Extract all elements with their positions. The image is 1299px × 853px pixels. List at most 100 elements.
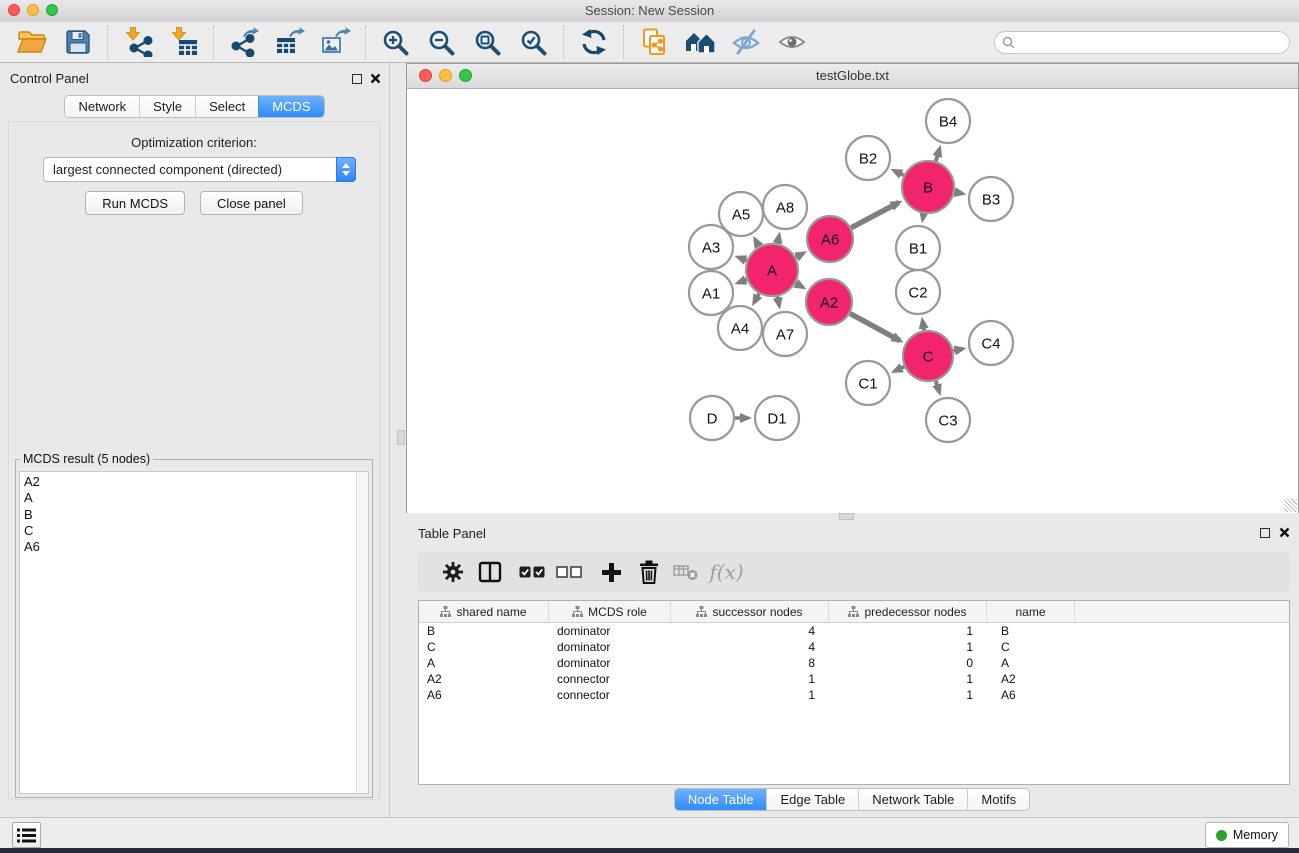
- column-header-shared-name[interactable]: shared name: [419, 601, 549, 622]
- graph-node-A5[interactable]: A5: [719, 192, 763, 236]
- close-panel-button[interactable]: Close panel: [200, 191, 303, 215]
- graph-node-C1[interactable]: C1: [846, 361, 890, 405]
- table-row[interactable]: Adominator80A: [419, 655, 1289, 671]
- select-all-checkboxes-icon[interactable]: [513, 555, 550, 589]
- graph-edge-B-B2[interactable]: [894, 171, 904, 176]
- close-panel-icon[interactable]: [370, 73, 381, 84]
- graph-node-A2[interactable]: A2: [806, 279, 852, 325]
- tab-network[interactable]: Network: [65, 96, 139, 117]
- tab-node-table[interactable]: Node Table: [675, 789, 767, 810]
- graph-node-C4[interactable]: C4: [969, 321, 1013, 365]
- horizontal-split-handle[interactable]: [839, 513, 854, 520]
- tab-edge-table[interactable]: Edge Table: [766, 789, 858, 810]
- graph-edge-B-B3[interactable]: [955, 192, 963, 194]
- table-settings-gear-icon[interactable]: [434, 555, 471, 589]
- graph-node-A1[interactable]: A1: [689, 271, 733, 315]
- graph-node-B2[interactable]: B2: [846, 136, 890, 180]
- table-row[interactable]: Cdominator41C: [419, 639, 1289, 655]
- export-table-icon[interactable]: [273, 26, 306, 59]
- graph-edge-C-C2[interactable]: [922, 321, 924, 331]
- show-all-eye-icon[interactable]: [775, 26, 808, 59]
- graph-edge-A6-B[interactable]: [851, 202, 899, 227]
- graph-edge-B-B4[interactable]: [936, 149, 940, 161]
- graph-node-A7[interactable]: A7: [763, 312, 807, 356]
- tab-select[interactable]: Select: [195, 96, 258, 117]
- deselect-all-checkboxes-icon[interactable]: [550, 555, 587, 589]
- column-header-successor-nodes[interactable]: successor nodes: [671, 601, 829, 622]
- refresh-icon[interactable]: [577, 26, 610, 59]
- graph-node-C3[interactable]: C3: [926, 398, 970, 442]
- search-input[interactable]: [1019, 32, 1289, 52]
- tab-mcds[interactable]: MCDS: [258, 96, 323, 117]
- graph-edge-A-A6[interactable]: [796, 253, 804, 257]
- graph-node-B4[interactable]: B4: [926, 99, 970, 143]
- scrollbar-track[interactable]: [356, 472, 368, 793]
- graph-edge-A-A2[interactable]: [796, 283, 803, 287]
- zoom-in-icon[interactable]: [379, 26, 412, 59]
- criterion-select[interactable]: largest connected component (directed): [43, 157, 356, 182]
- mcds-result-item[interactable]: A2: [24, 474, 368, 490]
- column-header-name[interactable]: name: [987, 601, 1075, 622]
- import-network-icon[interactable]: [121, 26, 154, 59]
- graph-edge-C-C3[interactable]: [936, 381, 940, 393]
- export-network-icon[interactable]: [227, 26, 260, 59]
- graph-edge-A-A8[interactable]: [777, 235, 779, 243]
- graph-edge-C-C1[interactable]: [894, 367, 904, 371]
- graph-node-A6[interactable]: A6: [807, 216, 853, 262]
- graph-node-C2[interactable]: C2: [896, 270, 940, 314]
- import-table-icon[interactable]: [167, 26, 200, 59]
- open-file-icon[interactable]: [15, 26, 48, 59]
- search-field[interactable]: [994, 31, 1290, 54]
- graph-node-D1[interactable]: D1: [755, 396, 799, 440]
- graph-edge-B-B1[interactable]: [923, 214, 924, 220]
- graph-node-C[interactable]: C: [903, 331, 953, 381]
- vertical-split-handle[interactable]: [397, 430, 405, 445]
- first-neighbors-icon[interactable]: [683, 26, 716, 59]
- table-row[interactable]: Bdominator41B: [419, 623, 1289, 639]
- run-mcds-button[interactable]: Run MCDS: [85, 191, 185, 215]
- duplicate-network-icon[interactable]: [637, 26, 670, 59]
- export-image-icon[interactable]: [319, 26, 352, 59]
- save-session-icon[interactable]: [61, 26, 94, 59]
- graph-edge-A-A7[interactable]: [777, 296, 779, 305]
- float-panel-icon[interactable]: [352, 74, 362, 84]
- graph-node-B3[interactable]: B3: [969, 177, 1013, 221]
- graph-edge-C-C4[interactable]: [953, 349, 962, 351]
- delete-trash-icon[interactable]: [630, 555, 667, 589]
- graph-node-D[interactable]: D: [690, 396, 734, 440]
- select-stepper-icon[interactable]: [336, 157, 356, 182]
- mcds-result-item[interactable]: A6: [24, 539, 368, 555]
- hide-selected-eye-icon[interactable]: [729, 26, 762, 59]
- task-history-button[interactable]: [12, 822, 41, 848]
- network-canvas[interactable]: AA1A2A3A4A5A6A7A8BB1B2B3B4CC1C2C3C4DD1: [407, 89, 1298, 513]
- window-resize-grip[interactable]: [1284, 499, 1297, 512]
- graph-edge-A-A1[interactable]: [738, 280, 747, 283]
- mcds-result-item[interactable]: B: [24, 507, 368, 523]
- graph-edge-A-A4[interactable]: [754, 294, 759, 303]
- zoom-selected-icon[interactable]: [517, 26, 550, 59]
- graph-edge-A-A5[interactable]: [755, 239, 759, 246]
- column-layout-icon[interactable]: [471, 555, 508, 589]
- memory-button[interactable]: Memory: [1205, 822, 1289, 848]
- tab-network-table[interactable]: Network Table: [858, 789, 967, 810]
- graph-node-A[interactable]: A: [746, 244, 798, 296]
- zoom-out-icon[interactable]: [425, 26, 458, 59]
- tab-motifs[interactable]: Motifs: [967, 789, 1029, 810]
- close-table-panel-icon[interactable]: [1279, 527, 1290, 538]
- tab-style[interactable]: Style: [139, 96, 195, 117]
- zoom-fit-icon[interactable]: [471, 26, 504, 59]
- graph-node-B[interactable]: B: [902, 161, 954, 213]
- column-header-predecessor-nodes[interactable]: predecessor nodes: [829, 601, 987, 622]
- table-row[interactable]: A2connector11A2: [419, 671, 1289, 687]
- float-table-panel-icon[interactable]: [1260, 528, 1270, 538]
- graph-node-B1[interactable]: B1: [896, 226, 940, 270]
- graph-edge-A2-C[interactable]: [850, 313, 900, 340]
- graph-edge-A-A3[interactable]: [738, 257, 747, 260]
- network-window-titlebar[interactable]: testGlobe.txt: [407, 64, 1298, 89]
- graph-node-A8[interactable]: A8: [763, 185, 807, 229]
- mcds-result-item[interactable]: A: [24, 490, 368, 506]
- function-builder-icon[interactable]: f(x): [708, 555, 745, 589]
- add-icon[interactable]: [593, 555, 630, 589]
- column-header-mcds-role[interactable]: MCDS role: [549, 601, 671, 622]
- delete-table-icon[interactable]: [667, 555, 704, 589]
